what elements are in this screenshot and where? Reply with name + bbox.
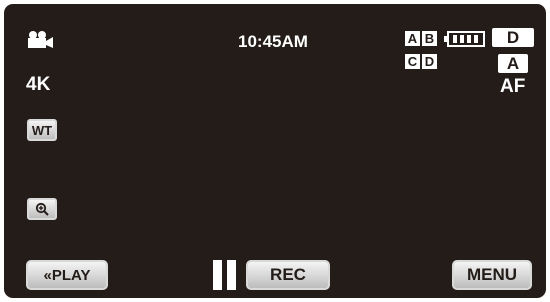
media-slot-a: A <box>405 31 420 46</box>
magnify-button[interactable] <box>27 198 57 220</box>
rec-button[interactable]: REC <box>246 260 330 290</box>
menu-button[interactable]: MENU <box>452 260 532 290</box>
zoom-wt-button[interactable]: WT <box>27 119 57 141</box>
media-slot-c: C <box>405 54 420 69</box>
play-button[interactable]: «PLAY <box>26 260 108 290</box>
video-camera-icon <box>28 31 53 48</box>
time-display: 10:45AM <box>238 32 308 51</box>
magnifier-plus-icon <box>35 202 49 216</box>
focus-mode-indicator: AF <box>500 76 526 97</box>
resolution-indicator: 4K <box>26 74 51 95</box>
camera-lcd-screen: 4K WT 10:45AM A B C D D A AF «PLAY REC M… <box>4 4 546 298</box>
media-slot-d: D <box>422 54 437 69</box>
battery-icon <box>444 31 485 47</box>
pause-icon <box>213 260 237 290</box>
auto-badge: A <box>498 54 528 73</box>
mode-badge-d: D <box>492 28 534 47</box>
media-slot-b: B <box>422 31 437 46</box>
